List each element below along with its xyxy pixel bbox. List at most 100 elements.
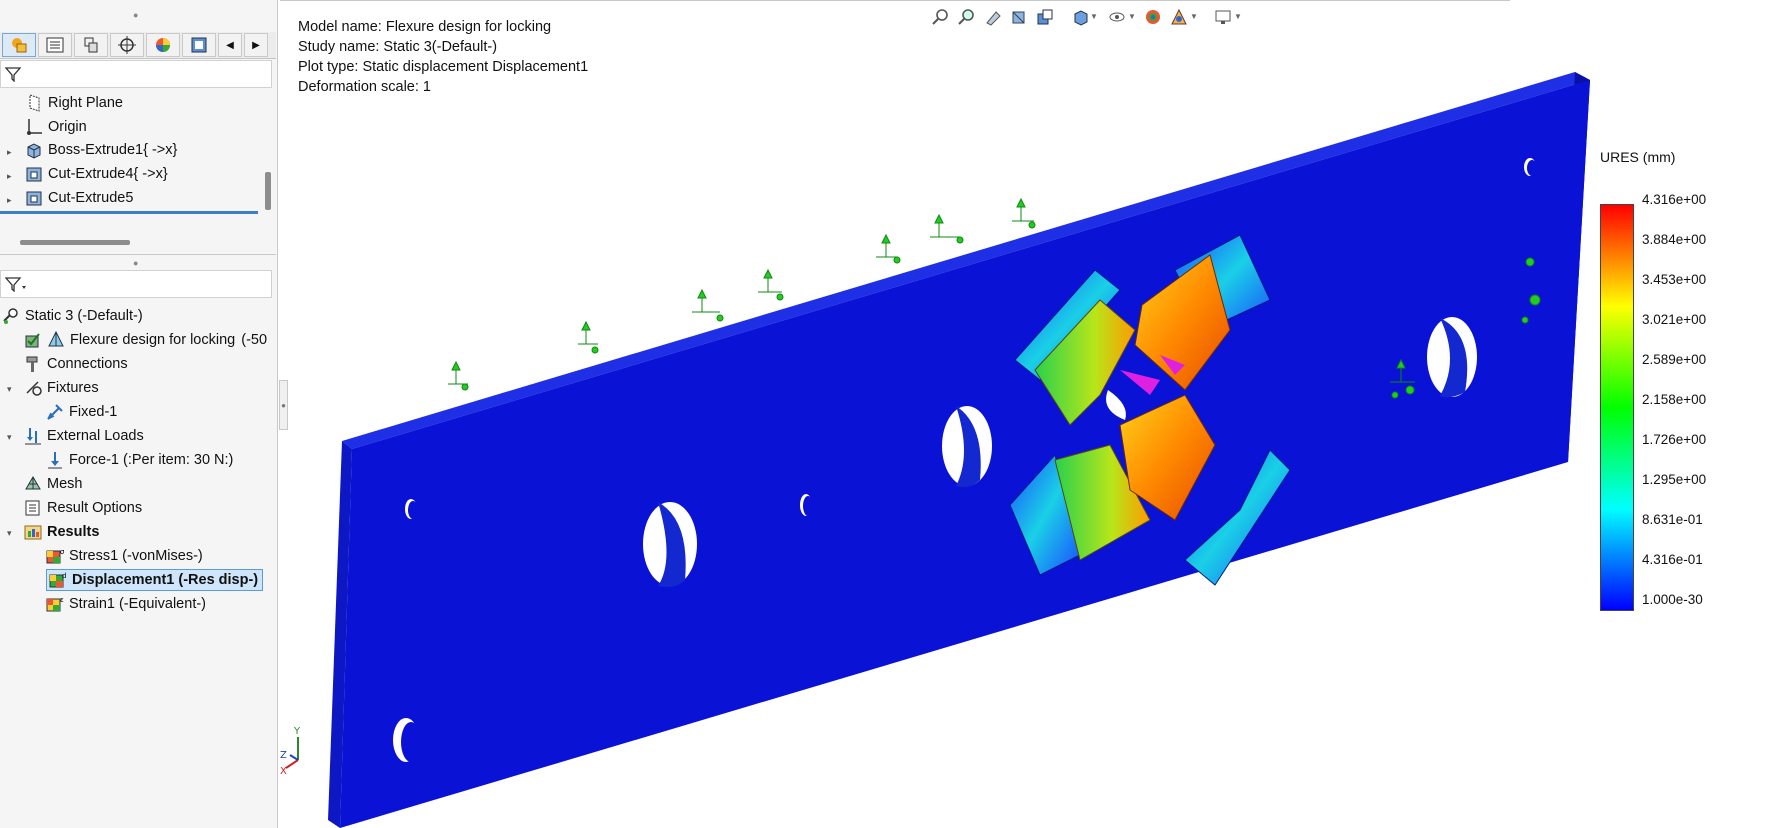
fixed-anchor-icon: [46, 403, 64, 421]
tree-item-external-loads[interactable]: External Loads: [24, 425, 144, 447]
stress-label: Stress1 (-vonMises-): [69, 548, 203, 564]
connections-icon: [24, 355, 42, 373]
dimxpert-icon: [118, 36, 136, 54]
panel-grip-top[interactable]: ●: [133, 11, 139, 20]
tree-item-cut-extrude4[interactable]: Cut-Extrude4{ ->x}: [25, 163, 168, 185]
coordinate-triad: Y X Z: [280, 726, 301, 777]
external-loads-label: External Loads: [47, 428, 144, 444]
tree-item-fixed-1[interactable]: Fixed-1: [46, 401, 117, 423]
displacement-label: Displacement1 (-Res disp-): [72, 572, 259, 588]
tree-item-label: Cut-Extrude4{ ->x}: [48, 166, 168, 182]
results-folder-icon: [24, 523, 42, 541]
selected-displacement-box[interactable]: d Displacement1 (-Res disp-): [46, 569, 264, 591]
triad-z-label: Z: [280, 750, 287, 761]
tab-property-manager[interactable]: [38, 33, 72, 57]
results-label: Results: [47, 524, 100, 540]
panel-divider: [0, 254, 276, 255]
legend-value: 2.589e+00: [1642, 352, 1707, 367]
tab-scroll-right[interactable]: ▶: [244, 33, 268, 57]
cut-extrude-icon: [25, 189, 43, 207]
legend-value: 1.000e-30: [1642, 592, 1703, 607]
triad-y-label: Y: [293, 726, 301, 737]
configuration-manager-icon: [84, 37, 98, 53]
strain-label: Strain1 (-Equivalent-): [69, 596, 206, 612]
tree-item-stress1[interactable]: σ Stress1 (-vonMises-): [46, 545, 203, 567]
tree-item-label: Right Plane: [48, 95, 123, 111]
property-manager-icon: [46, 37, 64, 53]
model-viewport[interactable]: Y X Z: [280, 0, 1600, 828]
tree-item-label: Origin: [48, 119, 87, 135]
tree-item-study[interactable]: Static 3 (-Default-): [2, 305, 143, 327]
tree-item-displacement1[interactable]: d Displacement1 (-Res disp-): [46, 569, 264, 591]
connections-label: Connections: [47, 356, 128, 372]
panel-grip-middle[interactable]: ●: [133, 259, 139, 268]
feature-manager-panel: ● ◀ ▶ Right Plane Origin ▸ Boss-Extrude1…: [0, 0, 278, 828]
strain-plot-icon: ε: [46, 595, 64, 613]
expand-arrow-icon[interactable]: ▸: [7, 195, 17, 206]
displacement-plot-icon: d: [49, 571, 67, 589]
tree-item-fixtures[interactable]: Fixtures: [24, 377, 99, 399]
feature-filter-box[interactable]: [0, 60, 272, 88]
manager-tab-bar: ◀ ▶: [0, 32, 276, 59]
tab-configuration-manager[interactable]: [74, 33, 108, 57]
tree-item-strain1[interactable]: ε Strain1 (-Equivalent-): [46, 593, 206, 615]
tree-item-result-options[interactable]: Result Options: [24, 497, 142, 519]
tree-item-results[interactable]: Results: [24, 521, 99, 543]
tab-simulation-manager[interactable]: [182, 33, 216, 57]
tree-item-origin[interactable]: Origin: [25, 116, 87, 138]
collapse-arrow-icon[interactable]: ▾: [7, 432, 17, 443]
tree-item-force-1[interactable]: Force-1 (:Per item: 30 N:): [46, 449, 233, 471]
tab-scroll-left[interactable]: ◀: [218, 33, 242, 57]
part-label: Flexure design for locking: [70, 332, 236, 348]
plane-icon: [25, 94, 43, 112]
study-label: Static 3 (-Default-): [25, 308, 143, 324]
fixtures-label: Fixtures: [47, 380, 99, 396]
legend-value: 2.158e+00: [1642, 392, 1707, 407]
legend-value: 8.631e-01: [1642, 512, 1703, 527]
tree-item-mesh[interactable]: Mesh: [24, 473, 82, 495]
tree-item-part[interactable]: Flexure design for locking (-50: [24, 329, 267, 351]
svg-text:d: d: [62, 572, 66, 580]
filter-icon: [5, 67, 21, 82]
tab-feature-manager[interactable]: [2, 33, 36, 57]
tab-display-manager[interactable]: [146, 33, 180, 57]
force-arrow-icon: [46, 451, 64, 469]
expand-arrow-icon[interactable]: ▸: [7, 147, 17, 158]
legend-value: 3.453e+00: [1642, 272, 1707, 287]
legend-title: URES (mm): [1600, 149, 1676, 165]
tree-item-boss-extrude1[interactable]: Boss-Extrude1{ ->x}: [25, 139, 177, 161]
simulation-filter-box[interactable]: [0, 270, 272, 298]
result-options-icon: [24, 499, 42, 517]
tree-item-label: Cut-Extrude5: [48, 190, 134, 206]
rollback-bar[interactable]: [0, 211, 258, 214]
force-label: Force-1 (:Per item: 30 N:): [69, 452, 234, 468]
tree-scrollbar-thumb[interactable]: [265, 172, 271, 210]
part-suffix: (-50: [241, 332, 268, 348]
origin-icon: [25, 118, 43, 136]
legend-value: 1.295e+00: [1642, 472, 1707, 487]
tree-item-right-plane[interactable]: Right Plane: [25, 92, 123, 114]
stress-plot-icon: σ: [46, 547, 65, 565]
mesh-label: Mesh: [47, 476, 83, 492]
fixtures-icon: [24, 379, 42, 397]
chevron-right-icon: ▶: [252, 39, 260, 51]
collapse-arrow-icon[interactable]: ▾: [7, 384, 17, 395]
tab-dimxpert-manager[interactable]: [110, 33, 144, 57]
tree-item-cut-extrude5[interactable]: Cut-Extrude5: [25, 187, 133, 209]
svg-text:σ: σ: [60, 548, 64, 556]
part-check-icon: [24, 331, 42, 349]
feature-manager-icon: [12, 38, 27, 53]
legend-value: 1.726e+00: [1642, 432, 1707, 447]
chevron-left-icon: ◀: [226, 39, 234, 51]
display-manager-icon: [156, 38, 170, 52]
collapse-arrow-icon[interactable]: ▾: [7, 528, 17, 539]
tree-item-label: Boss-Extrude1{ ->x}: [48, 142, 178, 158]
horizontal-scrollbar-thumb[interactable]: [20, 240, 130, 245]
fixed-label: Fixed-1: [69, 404, 118, 420]
legend-value: 3.884e+00: [1642, 232, 1707, 247]
triad-x-label: X: [280, 766, 287, 777]
legend-value: 4.316e+00: [1642, 192, 1707, 207]
expand-arrow-icon[interactable]: ▸: [7, 171, 17, 182]
result-options-label: Result Options: [47, 500, 143, 516]
tree-item-connections[interactable]: Connections: [24, 353, 128, 375]
